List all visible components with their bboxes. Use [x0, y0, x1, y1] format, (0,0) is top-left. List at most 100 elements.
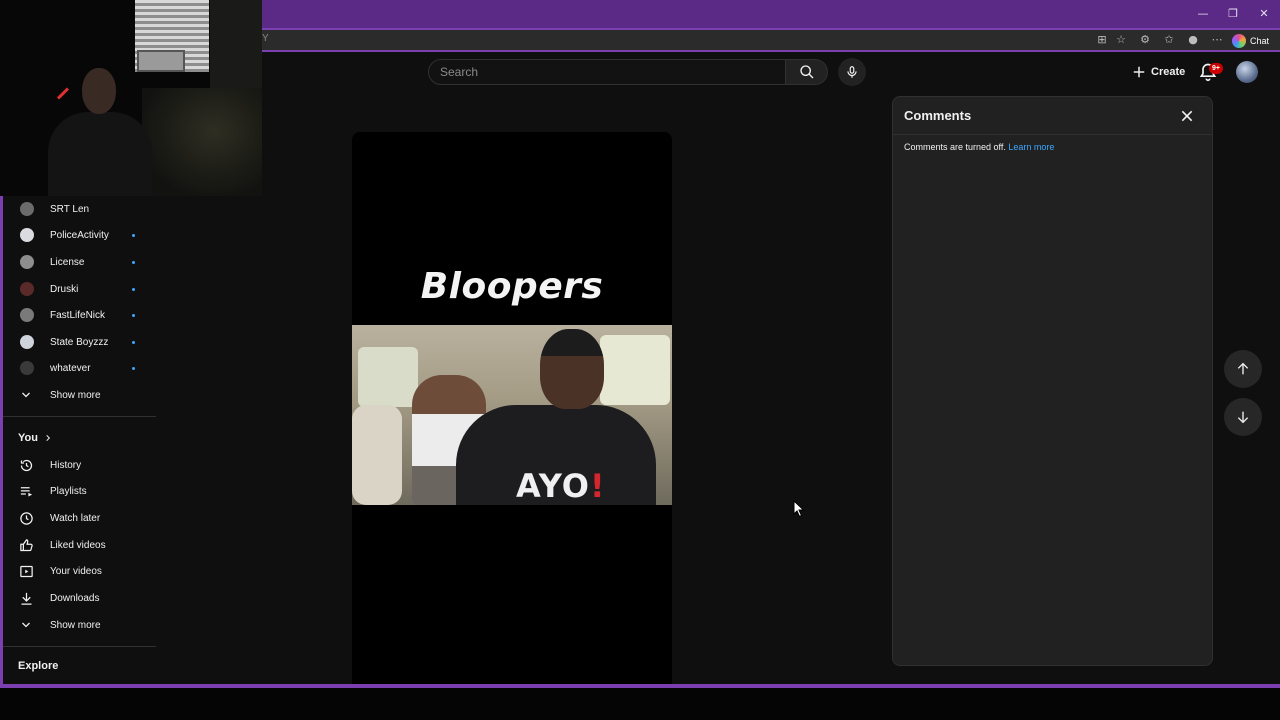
webcam-wall — [210, 0, 262, 100]
sidebar-subscription-item[interactable]: PoliceActivity — [3, 222, 159, 248]
comments-header: Comments — [893, 97, 1212, 135]
watch-later-icon — [18, 510, 34, 526]
sidebar: SRT Len PoliceActivity License Druski FastLi… — [3, 196, 159, 684]
show-more-you[interactable]: Show more — [3, 612, 159, 638]
car-window — [358, 347, 418, 407]
learn-more-link[interactable]: Learn more — [1008, 142, 1054, 152]
video-frame: AYO! — [352, 325, 672, 505]
search-button[interactable] — [786, 59, 828, 85]
channel-name: License — [50, 256, 85, 268]
restore-button[interactable]: ❐ — [1218, 4, 1248, 24]
sidebar-item-playlists[interactable]: Playlists — [3, 479, 159, 505]
create-button[interactable]: Create — [1126, 59, 1191, 85]
taskbar-area — [0, 688, 1280, 720]
sidebar-subscription-item[interactable]: whatever — [3, 355, 159, 381]
your-videos-icon — [18, 564, 34, 580]
new-content-dot — [132, 288, 135, 291]
chat-label: Chat — [1250, 36, 1270, 46]
show-more-label: Show more — [50, 619, 101, 631]
channel-name: PoliceActivity — [50, 229, 109, 241]
webcam-ac-unit — [137, 50, 185, 72]
sidebar-item-label: Watch later — [50, 512, 101, 524]
next-short-button[interactable] — [1224, 398, 1262, 436]
more-options-icon[interactable]: ⋯ — [1210, 33, 1224, 47]
comments-title: Comments — [904, 108, 972, 123]
close-window-button[interactable]: ✕ — [1249, 4, 1279, 24]
close-icon[interactable] — [1179, 108, 1195, 124]
address-text: Y — [262, 33, 269, 44]
webcam-floor — [142, 88, 262, 196]
channel-name: SRT Len — [50, 203, 90, 215]
shirt-print-mark: ! — [589, 467, 606, 505]
history-icon — [18, 457, 34, 473]
sidebar-item-downloads[interactable]: Downloads — [3, 586, 159, 612]
car-window — [600, 335, 670, 405]
search-field[interactable] — [428, 59, 786, 85]
extensions-icon[interactable]: ⚙ — [1138, 33, 1152, 47]
new-content-dot — [132, 314, 135, 317]
minimize-button[interactable]: — — [1188, 4, 1218, 24]
arrow-down-icon — [1237, 411, 1249, 424]
search-icon — [799, 65, 813, 79]
mouse-cursor-icon — [793, 500, 805, 518]
profile-icon[interactable]: ● — [1186, 33, 1200, 47]
car-seat — [352, 405, 402, 505]
sidebar-item-label: Liked videos — [50, 539, 106, 551]
sidebar-item-label: History — [50, 459, 82, 471]
channel-avatar — [20, 308, 34, 322]
chevron-down-icon — [18, 617, 34, 633]
download-icon — [18, 591, 34, 607]
channel-name: whatever — [50, 362, 91, 374]
shirt-print-text: AYO — [516, 467, 590, 505]
create-label: Create — [1151, 66, 1186, 78]
channel-name: FastLifeNick — [50, 309, 106, 321]
sidebar-item-liked-videos[interactable]: Liked videos — [3, 532, 159, 558]
sidebar-item-watch-later[interactable]: Watch later — [3, 505, 159, 531]
channel-name: State Boyzzz — [50, 336, 109, 348]
sidebar-subscription-item[interactable]: Druski — [3, 276, 159, 302]
channel-avatar — [20, 361, 34, 375]
comments-off-message: Comments are turned off. Learn more — [904, 142, 1054, 152]
channel-avatar — [20, 335, 34, 349]
favorite-star-icon[interactable]: ☆ — [1114, 33, 1128, 47]
previous-short-button[interactable] — [1224, 350, 1262, 388]
channel-avatar — [20, 255, 34, 269]
app-available-icon[interactable]: ⊞ — [1095, 33, 1109, 47]
explore-section-header: Explore — [18, 660, 58, 672]
chevron-down-icon — [18, 387, 34, 403]
explore-section-label: Explore — [18, 660, 59, 672]
search-input[interactable] — [429, 60, 785, 84]
notification-badge: 9+ — [1209, 63, 1223, 74]
driver-head — [540, 329, 604, 409]
new-content-dot — [132, 261, 135, 264]
sidebar-item-your-videos[interactable]: Your videos — [3, 559, 159, 585]
chevron-right-icon — [46, 434, 51, 442]
shirt-print: AYO! — [516, 467, 606, 505]
sidebar-divider — [3, 416, 156, 417]
favorites-icon[interactable]: ✩ — [1162, 33, 1176, 47]
webcam-person-head — [82, 68, 116, 114]
sidebar-item-label: Downloads — [50, 593, 100, 604]
sidebar-item-label: Your videos — [50, 566, 102, 578]
show-more-label: Show more — [50, 389, 101, 401]
sidebar-subscription-item[interactable]: License — [3, 249, 159, 275]
sidebar-subscription-item[interactable]: State Boyzzz — [3, 329, 159, 355]
plus-icon — [1133, 66, 1145, 78]
channel-avatar — [20, 282, 34, 296]
sidebar-subscription-item[interactable]: FastLifeNick — [3, 302, 159, 328]
sidebar-item-history[interactable]: History — [3, 452, 159, 478]
account-avatar[interactable] — [1236, 61, 1258, 83]
sidebar-divider — [3, 646, 156, 647]
sidebar-subscription-item[interactable]: SRT Len — [3, 196, 159, 222]
voice-search-button[interactable] — [838, 58, 866, 86]
copilot-chat-button[interactable]: Chat — [1232, 32, 1269, 50]
show-more-subscriptions[interactable]: Show more — [3, 382, 159, 408]
comments-panel: Comments Comments are turned off. Learn … — [892, 96, 1213, 666]
shorts-player[interactable]: Bloopers AYO! — [352, 132, 672, 684]
sidebar-item-label: Playlists — [50, 486, 87, 498]
arrow-up-icon — [1237, 362, 1249, 375]
comments-off-text: Comments are turned off. — [904, 142, 1006, 152]
webcam-person-body — [48, 112, 152, 196]
you-section-header[interactable]: You — [18, 432, 52, 444]
new-content-dot — [132, 367, 135, 370]
